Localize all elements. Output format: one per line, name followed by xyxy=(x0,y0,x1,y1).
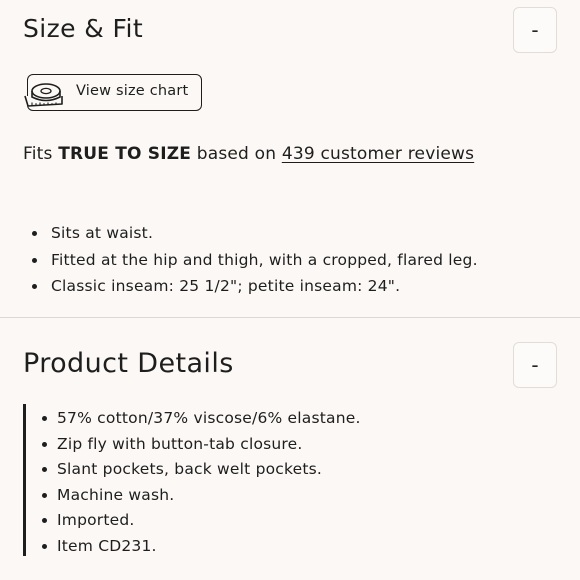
list-item: Slant pockets, back welt pockets. xyxy=(42,459,361,485)
size-fit-collapse-button[interactable]: - xyxy=(513,7,557,53)
fit-prefix: Fits xyxy=(23,144,59,164)
list-item: 57% cotton/37% viscose/6% elastane. xyxy=(42,408,361,434)
measuring-tape-icon xyxy=(24,83,63,107)
size-fit-heading: Size & Fit xyxy=(23,14,144,43)
fit-rating: TRUE TO SIZE xyxy=(58,144,192,164)
fit-summary: Fits TRUE TO SIZE based on 439 customer … xyxy=(23,144,474,164)
list-item: Sits at waist. xyxy=(32,222,478,249)
list-item: Fitted at the hip and thigh, with a crop… xyxy=(32,249,478,276)
details-bullet-list: 57% cotton/37% viscose/6% elastane. Zip … xyxy=(42,408,361,562)
list-item: Imported. xyxy=(42,510,361,536)
product-details-heading: Product Details xyxy=(23,348,234,379)
product-info-panel: Size & Fit - View size chart Fits TRUE T… xyxy=(0,0,580,580)
details-left-rule xyxy=(23,404,26,556)
view-size-chart-label: View size chart xyxy=(76,83,189,99)
customer-reviews-link[interactable]: 439 customer reviews xyxy=(282,144,474,164)
fit-middle: based on xyxy=(191,144,282,164)
list-item: Zip fly with button-tab closure. xyxy=(42,434,361,460)
fit-bullet-list: Sits at waist. Fitted at the hip and thi… xyxy=(32,222,478,302)
list-item: Classic inseam: 25 1/2"; petite inseam: … xyxy=(32,275,478,302)
list-item: Machine wash. xyxy=(42,485,361,511)
list-item: Item CD231. xyxy=(42,536,361,562)
section-divider xyxy=(0,317,580,318)
view-size-chart-button[interactable]: View size chart xyxy=(24,74,202,111)
product-details-collapse-button[interactable]: - xyxy=(513,342,557,388)
